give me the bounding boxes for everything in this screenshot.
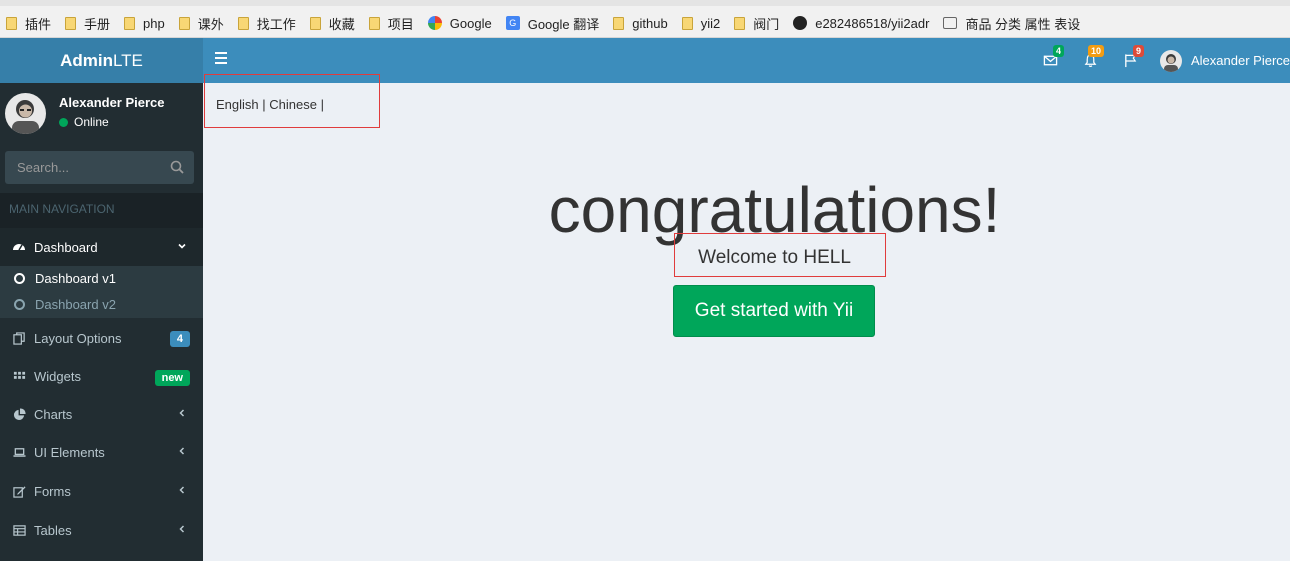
- folder-icon: [124, 16, 136, 30]
- bookmark-item[interactable]: 找工作: [237, 13, 296, 33]
- lang-separator: |: [320, 97, 324, 112]
- folder-icon: [6, 16, 17, 30]
- sidebar-item-charts[interactable]: Charts: [0, 395, 203, 433]
- bookmark-item[interactable]: php: [124, 13, 165, 33]
- table-icon: [12, 523, 26, 537]
- sidebar-search: [5, 151, 194, 184]
- chevron-down-icon: [177, 240, 187, 254]
- bookmark-item[interactable]: 手册: [65, 13, 110, 33]
- sidebar-item-dashboard[interactable]: Dashboard: [0, 228, 203, 266]
- sidebar-item-layout-options[interactable]: Layout Options 4: [0, 319, 203, 357]
- sidebar-item-ui-elements[interactable]: UI Elements: [0, 433, 203, 471]
- grid-icon: [12, 369, 26, 383]
- notifications-badge: 10: [1087, 45, 1104, 57]
- sidebar-item-tables[interactable]: Tables: [0, 511, 203, 549]
- google-icon: [427, 16, 442, 30]
- google-translate-icon: G: [505, 16, 520, 30]
- chevron-left-icon: [177, 523, 187, 537]
- user-menu[interactable]: Alexander Pierce: [1150, 38, 1290, 83]
- lang-separator: |: [262, 97, 266, 112]
- bookmark-item[interactable]: 阀门: [734, 13, 779, 33]
- online-status-icon: [59, 117, 68, 127]
- dashboard-submenu: Dashboard v1 Dashboard v2: [0, 266, 203, 318]
- bookmark-item[interactable]: G Google 翻译: [505, 13, 599, 33]
- sidebar-item-forms[interactable]: Forms: [0, 472, 203, 510]
- files-icon: [12, 331, 26, 345]
- navbar-custom-menu: 4 10 9 Alexander Pierce: [1030, 38, 1290, 83]
- notifications-button[interactable]: 10: [1070, 38, 1110, 83]
- get-started-button[interactable]: Get started with Yii: [673, 285, 875, 337]
- browser-toolbar-strip: [0, 0, 1290, 6]
- bookmark-item[interactable]: 商品 分类 属性 表设: [943, 13, 1080, 33]
- main-header: AdminLTE 4 10 9 Alexander Pierce: [0, 38, 1290, 83]
- main-navigation-header: MAIN NAVIGATION: [0, 193, 203, 228]
- circle-icon: [14, 273, 25, 284]
- edit-icon: [12, 484, 26, 498]
- folder-icon: [237, 16, 249, 30]
- search-icon[interactable]: [170, 160, 184, 174]
- bookmark-item[interactable]: e282486518/yii2adr: [793, 13, 929, 33]
- github-icon: [793, 16, 808, 30]
- tasks-button[interactable]: 9: [1110, 38, 1150, 83]
- chevron-left-icon: [177, 445, 187, 459]
- circle-icon: [14, 299, 25, 310]
- logo[interactable]: AdminLTE: [0, 38, 203, 83]
- folder-icon: [178, 16, 190, 30]
- messages-button[interactable]: 4: [1030, 38, 1070, 83]
- page-icon: [943, 17, 958, 29]
- lang-english-link[interactable]: English: [216, 97, 259, 112]
- search-input[interactable]: [5, 151, 165, 184]
- user-status: Online: [59, 115, 109, 129]
- folder-icon: [368, 16, 380, 30]
- laptop-icon: [12, 445, 26, 459]
- pie-chart-icon: [12, 407, 26, 421]
- sidebar-item-widgets[interactable]: Widgets new: [0, 357, 203, 395]
- header-user-name: Alexander Pierce: [1191, 53, 1290, 68]
- messages-badge: 4: [1052, 45, 1064, 57]
- content-wrapper: English | Chinese | congratulations! Wel…: [203, 74, 1290, 561]
- chevron-left-icon: [177, 484, 187, 498]
- bookmark-item[interactable]: 插件: [6, 13, 51, 33]
- avatar: [1160, 49, 1182, 72]
- folder-icon: [734, 16, 746, 30]
- layout-options-badge: 4: [169, 331, 190, 347]
- lang-chinese-link[interactable]: Chinese: [269, 97, 317, 112]
- sidebar-toggle-button[interactable]: [215, 52, 229, 66]
- folder-icon: [613, 16, 625, 30]
- sidebar-item-dashboard-v2[interactable]: Dashboard v2: [14, 297, 116, 312]
- sidebar-user-name: Alexander Pierce: [59, 95, 165, 110]
- widgets-badge: new: [154, 370, 190, 386]
- welcome-text: Welcome to HELL: [698, 247, 851, 268]
- folder-icon: [681, 16, 693, 30]
- bookmark-item[interactable]: github: [613, 13, 668, 33]
- chevron-left-icon: [177, 407, 187, 421]
- menu-icon: [215, 52, 227, 54]
- bookmark-item[interactable]: 收藏: [309, 13, 355, 33]
- folder-icon: [65, 16, 77, 30]
- language-switcher: English | Chinese |: [216, 97, 324, 112]
- bookmark-item[interactable]: yii2: [681, 13, 720, 33]
- folder-icon: [309, 16, 321, 30]
- avatar: [5, 93, 46, 134]
- user-panel: Alexander Pierce Online: [0, 83, 203, 151]
- bookmarks-bar: 插件 手册 php 课外 找工作 收藏 项目 Google G Google 翻译…: [0, 0, 1290, 38]
- bookmark-item[interactable]: Google: [427, 13, 492, 33]
- bookmark-item[interactable]: 课外: [178, 13, 224, 33]
- sidebar-item-dashboard-v1[interactable]: Dashboard v1: [14, 271, 116, 286]
- main-sidebar: Alexander Pierce Online MAIN NAVIGATION …: [0, 83, 203, 561]
- dashboard-icon: [12, 240, 26, 254]
- bookmark-item[interactable]: 项目: [368, 13, 414, 33]
- tasks-badge: 9: [1132, 45, 1144, 57]
